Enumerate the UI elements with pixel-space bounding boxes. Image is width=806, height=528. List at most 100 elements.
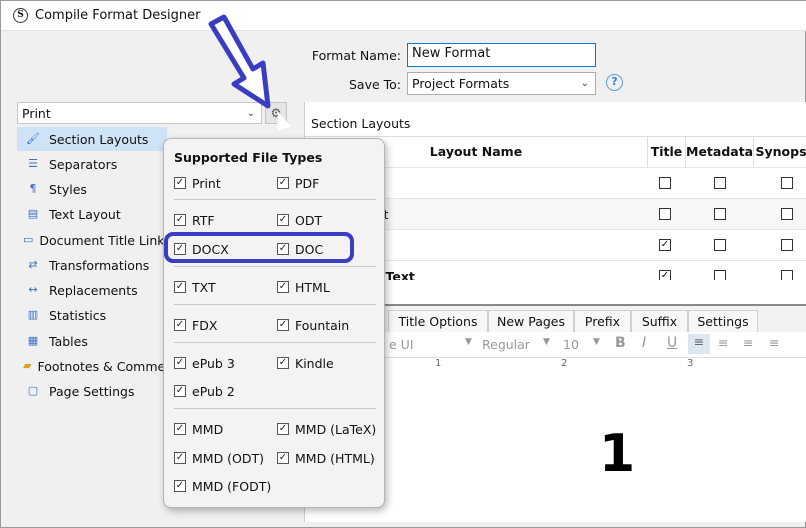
sidebar: 🖌 Section Layouts ☰ Separators ¶ Styles ▤ Te… [17,127,185,399]
font-select[interactable]: e UI [389,337,414,352]
checkbox-label: ePub 3 [192,355,235,371]
checkmark-icon: ✓ [174,357,186,369]
title-checkbox[interactable] [659,208,671,220]
divider [174,304,376,305]
tab-prefix[interactable]: Prefix [574,310,631,334]
justify-icon[interactable]: ≡ [769,335,779,350]
chevron-down-icon: ▼ [543,337,550,347]
checkmark-icon: ✓ [174,281,186,293]
checkmark-icon: ✓ [174,319,186,331]
synopsis-checkbox[interactable] [781,177,793,189]
popup-title: Supported File Types [174,150,323,165]
checkbox-pdf[interactable]: ✓ PDF [277,174,319,192]
tab-title-options[interactable]: Title Options [388,310,488,334]
column-header[interactable]: Title [648,137,686,167]
supported-file-types-popup: Supported File Types ✓ Print ✓ PDF ✓ RTF ✓ O… [163,138,385,508]
checkbox-kindle[interactable]: ✓ Kindle [277,354,334,372]
align-right-icon[interactable]: ≡ [743,335,753,350]
sidebar-item-replacements[interactable]: ↔ Replacements [17,278,167,302]
size-select[interactable]: 10 [563,337,579,352]
tab-settings[interactable]: Settings [688,310,758,334]
checkmark-icon: ✓ [174,214,186,226]
checkbox-fountain[interactable]: ✓ Fountain [277,316,349,334]
metadata-checkbox[interactable] [714,208,726,220]
mouse-cursor-icon [271,109,291,131]
title-checkbox[interactable] [659,177,671,189]
sidebar-item-label: Statistics [49,307,107,323]
checkbox-label: PDF [295,175,320,191]
app-icon: S [13,8,28,23]
title-checkbox[interactable]: ✓ [659,270,671,280]
underline-button[interactable]: U [667,335,677,351]
checkbox-epub2[interactable]: ✓ ePub 2 [174,382,235,400]
ruler-mark: 1 [435,358,442,369]
style-select[interactable]: Regular [482,337,530,352]
checkbox-odt[interactable]: ✓ ODT [277,211,322,229]
checkbox-mmd-latex[interactable]: ✓ MMD (LaTeX) [277,420,376,438]
checkbox-print[interactable]: ✓ Print [174,174,221,192]
align-center-icon[interactable]: ≡ [718,335,728,350]
ruler-mark: 3 [687,358,694,369]
sidebar-item-label: Section Layouts [49,131,149,147]
checkbox-label: FDX [192,317,218,333]
sidebar-item-label: Page Settings [49,383,135,399]
title-checkbox[interactable]: ✓ [659,239,671,251]
checkbox-label: MMD (HTML) [295,450,375,466]
sidebar-item-label: Replacements [49,282,138,298]
metadata-checkbox[interactable] [714,177,726,189]
checkmark-icon: ✓ [174,452,186,464]
page-icon: ▢ [27,384,39,397]
checkbox-label: Fountain [295,317,350,333]
sidebar-item-page-settings[interactable]: ▢ Page Settings [17,379,167,403]
synopsis-checkbox[interactable] [781,270,793,280]
links-icon: ▭ [23,233,34,246]
window: S Compile Format Designer Format Name: N… [0,0,806,528]
ruler-mark: 2 [561,358,568,369]
sidebar-item-label: Separators [49,156,118,172]
sidebar-item-styles[interactable]: ¶ Styles [17,177,167,201]
sidebar-item-text-layout[interactable]: ▤ Text Layout [17,202,167,226]
tab-new-pages[interactable]: New Pages [488,310,574,334]
annotation-highlight [164,232,354,263]
checkbox-html[interactable]: ✓ HTML [277,278,330,296]
checkbox-label: Print [192,175,221,191]
sidebar-item-tables[interactable]: ▦ Tables [17,329,167,353]
checkbox-mmd[interactable]: ✓ MMD [174,420,223,438]
sidebar-item-statistics[interactable]: ▥ Statistics [17,303,167,327]
bold-button[interactable]: B [615,335,626,351]
save-to-select[interactable]: Project Formats ⌄ [407,72,596,95]
synopsis-checkbox[interactable] [781,239,793,251]
tab-suffix[interactable]: Suffix [631,310,688,334]
sidebar-item-label: Document Title Links [39,232,172,248]
checkbox-epub3[interactable]: ✓ ePub 3 [174,354,235,372]
checkbox-label: ODT [295,212,323,228]
save-to-value: Project Formats [412,76,510,91]
format-name-input[interactable]: New Format [407,43,596,67]
layouts-table: Layout Name Title Metadata Synops ber be… [305,136,806,280]
checkbox-label: MMD [192,421,224,437]
replace-icon: ↔ [28,283,38,296]
checkbox-txt[interactable]: ✓ TXT [174,278,216,296]
section-layouts-heading: Section Layouts [311,116,411,131]
annotation-arrow-icon [208,14,271,109]
checkbox-mmd-odt[interactable]: ✓ MMD (ODT) [174,449,264,467]
checkbox-mmd-fodt[interactable]: ✓ MMD (FODT) [174,477,271,495]
metadata-checkbox[interactable] [714,270,726,280]
help-icon[interactable]: ? [606,74,623,91]
column-header[interactable]: Metadata [686,137,754,167]
statistics-icon: ▥ [27,308,39,321]
checkbox-mmd-html[interactable]: ✓ MMD (HTML) [277,449,375,467]
metadata-checkbox[interactable] [714,239,726,251]
sidebar-item-separators[interactable]: ☰ Separators [17,152,167,176]
checkbox-fdx[interactable]: ✓ FDX [174,316,217,334]
column-header[interactable]: Synops [754,137,806,167]
synopsis-checkbox[interactable] [781,208,793,220]
sidebar-item-footnotes[interactable]: ▰ Footnotes & Comments [17,354,185,378]
align-left-icon[interactable]: ≡ [688,334,710,354]
sidebar-item-document-title-links[interactable]: ▭ Document Title Links [17,228,171,252]
checkbox-rtf[interactable]: ✓ RTF [174,211,215,229]
divider [174,266,376,267]
italic-button[interactable]: I [642,335,646,351]
sidebar-item-transformations[interactable]: ⇄ Transformations [17,253,167,277]
sidebar-item-section-layouts[interactable]: 🖌 Section Layouts [17,127,167,151]
